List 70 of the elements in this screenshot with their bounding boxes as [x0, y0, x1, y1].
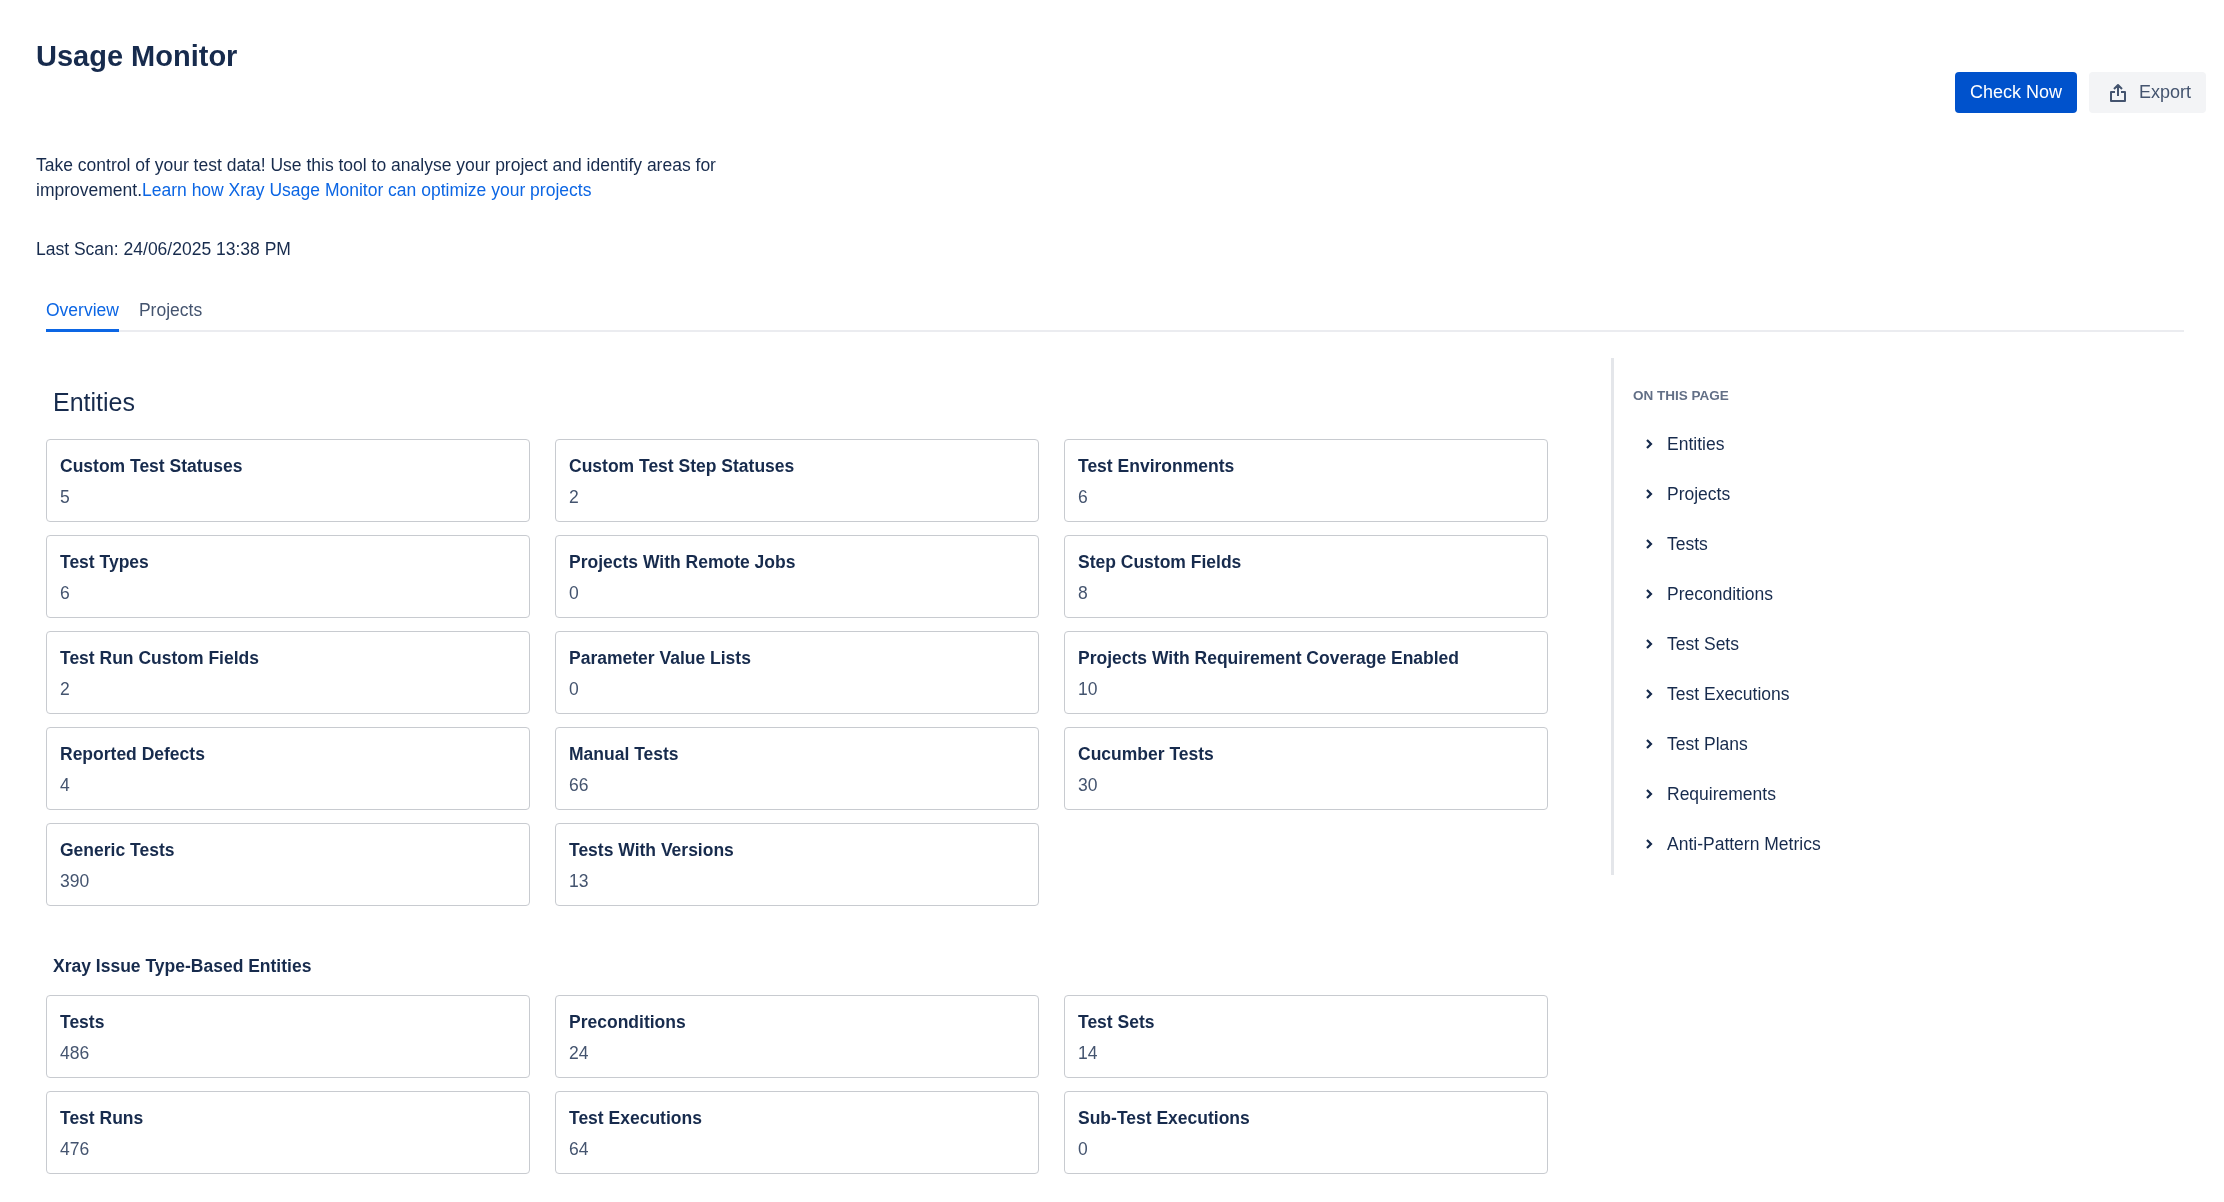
chevron-right-icon [1645, 538, 1653, 550]
section-heading: Xray Issue Type-Based Entities [53, 956, 313, 977]
stat-label: Sub-Test Executions [1078, 1108, 1251, 1129]
chevron-right-icon [1645, 488, 1653, 500]
stat-label: Generic Tests [60, 840, 176, 861]
stat-value: 66 [569, 775, 590, 796]
tab[interactable]: Projects [138, 300, 203, 332]
stat-value: 14 [1078, 1043, 1099, 1064]
stat-label: Test Run Custom Fields [60, 648, 260, 669]
last-scan-text: Last Scan: 24/06/2025 13:38 PM [36, 239, 292, 260]
check-now-button[interactable]: Check Now [1954, 72, 2077, 113]
stat-value: 2 [60, 679, 71, 700]
chevron-right-icon [1645, 588, 1653, 600]
export-button[interactable]: Export [2088, 72, 2206, 113]
stat-value: 0 [1078, 1139, 1089, 1160]
stat-value: 2 [569, 487, 580, 508]
page-nav-link[interactable]: Test Plans [1633, 719, 1821, 769]
description-text: Take control of your test data! Use this tool to analyse your project and identify areas for improvement.Learn how Xray Usage Monitor can optimize your projects [36, 154, 717, 202]
stat-value: 8 [1078, 583, 1089, 604]
page-nav-link[interactable]: Projects [1633, 469, 1821, 519]
stat-value: 10 [1078, 679, 1099, 700]
stat-label: Preconditions [569, 1012, 687, 1033]
stat-label: Step Custom Fields [1078, 552, 1243, 573]
page-nav-link[interactable]: Test Sets [1633, 619, 1821, 669]
stat-value: 13 [569, 871, 590, 892]
stat-value: 30 [1078, 775, 1099, 796]
stat-label: Test Runs [60, 1108, 145, 1129]
share-icon [2108, 82, 2127, 103]
stat-label: Tests With Versions [569, 840, 735, 861]
chevron-right-icon [1645, 738, 1653, 750]
stat-label: Test Executions [569, 1108, 703, 1129]
page-nav-link[interactable]: Preconditions [1633, 569, 1821, 619]
chevron-right-icon [1645, 788, 1653, 800]
stat-value: 486 [60, 1043, 91, 1064]
page-nav-link[interactable]: Requirements [1633, 769, 1821, 819]
learn-more-link[interactable]: Learn how Xray Usage Monitor can optimize your projects [142, 180, 592, 200]
chevron-right-icon [1645, 688, 1653, 700]
stat-label: Tests [60, 1012, 106, 1033]
stat-value: 0 [569, 583, 580, 604]
stat-label: Reported Defects [60, 744, 206, 765]
stat-label: Projects With Remote Jobs [569, 552, 797, 573]
section-heading: Entities [53, 388, 136, 417]
page-nav-link[interactable]: Anti-Pattern Metrics [1633, 819, 1821, 869]
stat-value: 6 [60, 583, 71, 604]
stat-value: 476 [60, 1139, 91, 1160]
stat-value: 24 [569, 1043, 590, 1064]
chevron-right-icon [1645, 638, 1653, 650]
stat-label: Manual Tests [569, 744, 680, 765]
stat-value: 390 [60, 871, 91, 892]
page-nav-link[interactable]: Tests [1633, 519, 1821, 569]
stat-value: 6 [1078, 487, 1089, 508]
chevron-right-icon [1645, 838, 1653, 850]
stat-label: Test Environments [1078, 456, 1236, 477]
stat-label: Custom Test Step Statuses [569, 456, 796, 477]
stat-label: Cucumber Tests [1078, 744, 1215, 765]
stat-value: 0 [569, 679, 580, 700]
stat-label: Test Types [60, 552, 150, 573]
stat-label: Custom Test Statuses [60, 456, 244, 477]
page-nav-link[interactable]: Entities [1633, 419, 1821, 469]
stat-value: 4 [60, 775, 71, 796]
stat-value: 5 [60, 487, 71, 508]
page-title: Usage Monitor [36, 40, 238, 73]
chevron-right-icon [1645, 438, 1653, 450]
stat-label: Parameter Value Lists [569, 648, 752, 669]
stat-value: 64 [569, 1139, 590, 1160]
tab[interactable]: Overview [46, 300, 119, 332]
stat-label: Projects With Requirement Coverage Enabled [1078, 648, 1461, 669]
page-nav-link[interactable]: Test Executions [1633, 669, 1821, 719]
stat-label: Test Sets [1078, 1012, 1156, 1033]
sidebar-heading: ON THIS PAGE [1633, 388, 1730, 403]
